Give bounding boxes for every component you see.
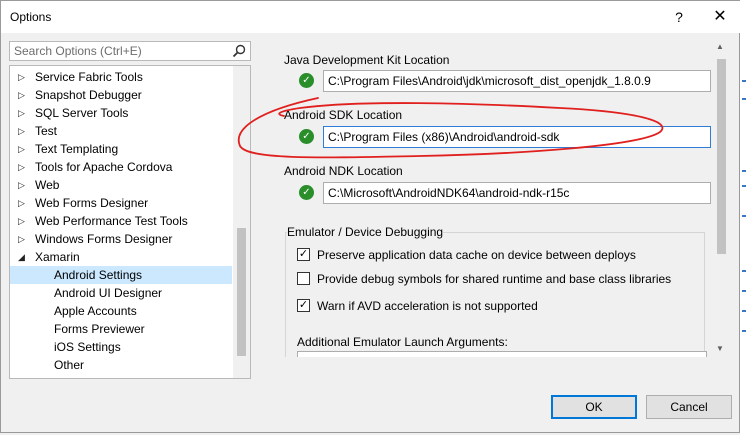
close-button[interactable]: ✕ — [708, 7, 732, 27]
title-bar[interactable]: Options ? ✕ — [1, 1, 741, 33]
tree-item-forms-previewer[interactable]: Forms Previewer — [10, 320, 232, 338]
sdk-location-label: Android SDK Location — [284, 108, 403, 122]
preserve-cache-checkbox[interactable]: ✓ — [297, 248, 310, 261]
background-window-edge — [740, 0, 746, 435]
checkmark-icon: ✓ — [299, 129, 314, 144]
tree-item-label: Tools for Apache Cordova — [35, 160, 173, 174]
tree-item-windows-forms-designer[interactable]: ▷ Windows Forms Designer — [10, 230, 232, 248]
tree-item-label: Web — [35, 178, 60, 192]
tree-item-android-ui-designer[interactable]: Android UI Designer — [10, 284, 232, 302]
expand-chevron-icon[interactable]: ▷ — [18, 230, 25, 248]
tree-item-label: Text Templating — [35, 142, 119, 156]
window-title: Options — [10, 10, 52, 24]
debug-symbols-label: Provide debug symbols for shared runtime… — [317, 272, 672, 286]
expand-chevron-icon[interactable]: ▷ — [18, 104, 25, 122]
ok-button[interactable]: OK — [551, 395, 637, 419]
expand-chevron-icon[interactable]: ▷ — [18, 212, 25, 230]
help-button[interactable]: ? — [667, 7, 691, 27]
search-input[interactable] — [10, 42, 236, 60]
tree-item-label: Android UI Designer — [54, 286, 163, 300]
tree-item-label: Android Settings — [54, 268, 143, 282]
tree-item-label: Test — [35, 124, 58, 138]
settings-scrollbar[interactable]: ▲ ▼ — [714, 39, 729, 357]
expand-chevron-icon[interactable]: ▷ — [18, 176, 25, 194]
expand-chevron-icon[interactable]: ▷ — [18, 122, 25, 140]
jdk-location-field[interactable]: C:\Program Files\Android\jdk\microsoft_d… — [323, 70, 711, 92]
tree-item-text-templating[interactable]: ▷ Text Templating — [10, 140, 232, 158]
tree-item-label: Web Forms Designer — [35, 196, 149, 210]
tree-item-xamarin[interactable]: ◢ Xamarin — [10, 248, 232, 266]
collapse-chevron-icon[interactable]: ◢ — [18, 248, 25, 266]
emulator-args-label: Additional Emulator Launch Arguments: — [297, 335, 508, 349]
tree-item-other[interactable]: Other — [10, 356, 232, 374]
search-icon[interactable] — [232, 44, 246, 58]
options-dialog: Options ? ✕ ▷ Service Fabric Tools ▷ Sna… — [0, 0, 741, 433]
tree-item-label: Forms Previewer — [54, 322, 145, 336]
checkmark-icon: ✓ — [299, 73, 314, 88]
debug-symbols-checkbox[interactable] — [297, 272, 310, 285]
emulator-args-field[interactable] — [297, 351, 707, 357]
tree-item-label: Apple Accounts — [54, 304, 137, 318]
expand-chevron-icon[interactable]: ▷ — [18, 194, 25, 212]
tree-item-label: SQL Server Tools — [35, 106, 129, 120]
search-box[interactable] — [9, 41, 251, 61]
tree-item-label: Other — [54, 358, 85, 372]
settings-scrollbar-thumb[interactable] — [717, 59, 726, 254]
ndk-location-field[interactable]: C:\Microsoft\AndroidNDK64\android-ndk-r1… — [323, 182, 711, 204]
tree-item-label: Xamarin — [35, 250, 80, 264]
expand-chevron-icon[interactable]: ▷ — [18, 140, 25, 158]
tree-item-apple-accounts[interactable]: Apple Accounts — [10, 302, 232, 320]
options-tree: ▷ Service Fabric Tools ▷ Snapshot Debugg… — [9, 65, 251, 379]
tree-item-label: Snapshot Debugger — [35, 88, 142, 102]
tree-item-label: Web Performance Test Tools — [35, 214, 188, 228]
tree-item-label: Windows Forms Designer — [35, 232, 173, 246]
cancel-button[interactable]: Cancel — [646, 395, 732, 419]
expand-chevron-icon[interactable]: ▷ — [18, 68, 25, 86]
avd-warning-label: Warn if AVD acceleration is not supporte… — [317, 299, 538, 313]
tree-scrollbar[interactable] — [233, 66, 250, 378]
tree-item-snapshot-debugger[interactable]: ▷ Snapshot Debugger — [10, 86, 232, 104]
sdk-location-field[interactable]: C:\Program Files (x86)\Android\android-s… — [323, 126, 711, 148]
tree-item-web-forms-designer[interactable]: ▷ Web Forms Designer — [10, 194, 232, 212]
preserve-cache-label: Preserve application data cache on devic… — [317, 248, 636, 262]
tree-item-label: Service Fabric Tools — [35, 70, 143, 84]
emulator-group-title: Emulator / Device Debugging — [287, 225, 444, 239]
tree-item-label: iOS Settings — [54, 340, 121, 354]
jdk-location-label: Java Development Kit Location — [284, 53, 450, 67]
scroll-up-arrow-icon[interactable]: ▲ — [716, 42, 724, 51]
tree-scrollbar-thumb[interactable] — [237, 228, 246, 356]
tree-item-sql-server-tools[interactable]: ▷ SQL Server Tools — [10, 104, 232, 122]
avd-warning-checkbox[interactable]: ✓ — [297, 299, 310, 312]
tree-item-ios-settings[interactable]: iOS Settings — [10, 338, 232, 356]
tree-item-web[interactable]: ▷ Web — [10, 176, 232, 194]
tree-item-test[interactable]: ▷ Test — [10, 122, 232, 140]
expand-chevron-icon[interactable]: ▷ — [18, 86, 25, 104]
scroll-down-arrow-icon[interactable]: ▼ — [716, 344, 724, 353]
expand-chevron-icon[interactable]: ▷ — [18, 158, 25, 176]
tree-item-service-fabric-tools[interactable]: ▷ Service Fabric Tools — [10, 68, 232, 86]
checkmark-icon: ✓ — [299, 185, 314, 200]
tree-item-android-settings[interactable]: Android Settings — [10, 266, 232, 284]
tree-item-tools-for-apache-cordova[interactable]: ▷ Tools for Apache Cordova — [10, 158, 232, 176]
ndk-location-label: Android NDK Location — [284, 164, 403, 178]
tree-item-web-performance-test-tools[interactable]: ▷ Web Performance Test Tools — [10, 212, 232, 230]
settings-panel: Java Development Kit Location ✓ C:\Progr… — [269, 39, 731, 357]
